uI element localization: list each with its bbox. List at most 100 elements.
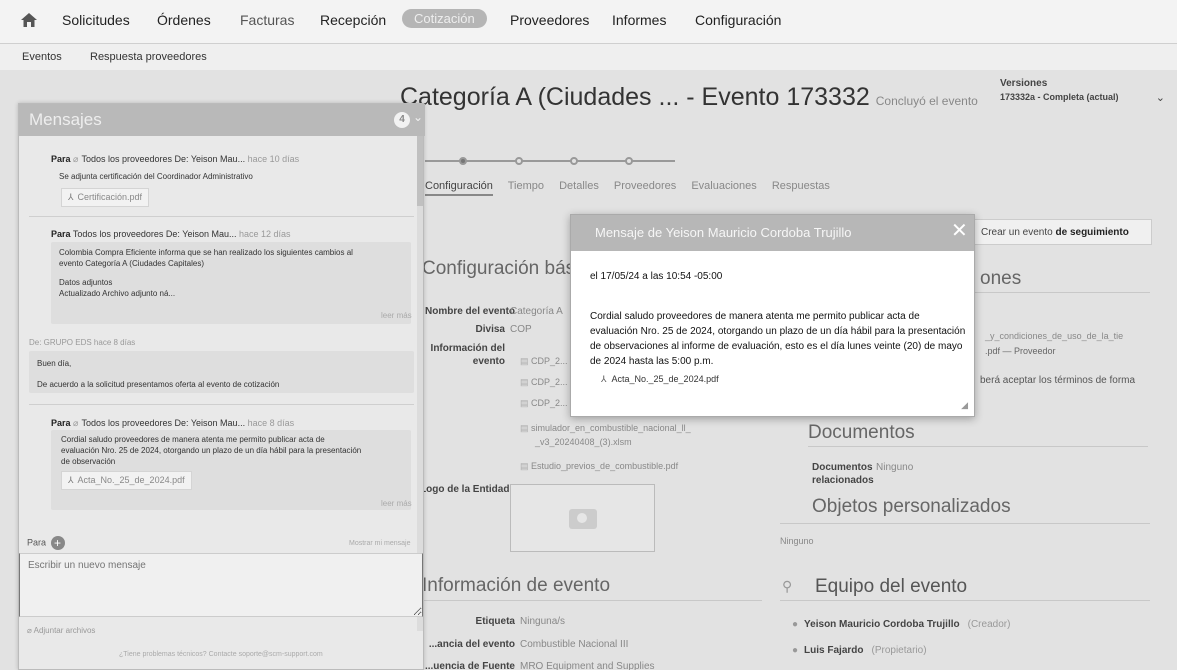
team-heading: Equipo del evento: [815, 576, 968, 597]
divider: [780, 523, 1150, 524]
messages-header[interactable]: Mensajes 4 ⌄: [19, 104, 425, 136]
messages-title: Mensajes: [29, 110, 102, 129]
docs-label-2: relacionados: [812, 475, 874, 486]
source-label: ...uencia de Fuente: [424, 661, 515, 670]
message-modal: Mensaje de Yeison Mauricio Cordoba Truji…: [570, 214, 975, 417]
to-label: Para: [51, 418, 71, 428]
tab-detalles[interactable]: Detalles: [559, 180, 599, 192]
messages-panel: Mensajes 4 ⌄ Para ⌀ Todos los proveedores…: [18, 103, 425, 670]
message-4-attachment[interactable]: ⅄ Acta_No._25_de_2024.pdf: [61, 471, 192, 490]
source-value: MRO Equipment and Supplies: [520, 661, 655, 670]
camera-icon: [569, 509, 597, 529]
read-more-link[interactable]: leer más: [381, 311, 412, 320]
message-1-header: Para ⌀ Todos los proveedores De: Yeison M…: [51, 154, 299, 165]
versions-label: Versiones: [1000, 78, 1048, 89]
modal-title: Mensaje de Yeison Mauricio Cordoba Truji…: [595, 225, 852, 240]
scroll-thumb[interactable]: [417, 136, 423, 206]
nav-configuracion[interactable]: Configuración: [695, 12, 781, 28]
file-item[interactable]: CDP_2...: [520, 398, 568, 409]
event-title: Categoría A (Ciudades ... - Evento 17333…: [400, 83, 870, 111]
tab-proveedores[interactable]: Proveedores: [614, 180, 676, 192]
timestamp: hace 12 días: [239, 229, 291, 239]
add-recipient-icon[interactable]: +: [50, 536, 65, 550]
modal-attachment[interactable]: ⅄ Acta_No._25_de_2024.pdf: [601, 374, 719, 385]
message-4-text: de observación: [61, 457, 116, 466]
nav-recepcion[interactable]: Recepción: [320, 12, 386, 28]
accept-terms: berá aceptar los términos de forma: [980, 375, 1136, 386]
message-2-text: Datos adjuntos: [59, 278, 113, 287]
name-label: Nombre del evento: [425, 306, 516, 317]
team-member: ● Luis Fajardo (Propietario): [792, 645, 927, 656]
divider: [808, 446, 1148, 447]
home-icon[interactable]: [20, 11, 38, 29]
member-role: (Creador): [967, 619, 1011, 630]
tag-label: Etiqueta: [475, 616, 515, 627]
chevron-down-icon[interactable]: ⌄: [413, 110, 423, 124]
message-1-attachment[interactable]: ⅄ Certificación.pdf: [61, 188, 150, 207]
nav-cotizacion[interactable]: Cotización: [402, 9, 487, 28]
sender: De: GRUPO EDS: [29, 338, 92, 347]
separator: [29, 216, 414, 217]
currency-value: COP: [510, 324, 532, 335]
compose-to-label: Para: [27, 537, 47, 548]
tab-tiempo[interactable]: Tiempo: [508, 180, 544, 192]
progress-steps: [425, 156, 685, 166]
currency-label: Divisa: [475, 324, 505, 335]
follow-up-prefix: Crear un evento: [981, 227, 1056, 238]
resize-handle-icon[interactable]: ◢: [961, 400, 968, 411]
message-2-header: Para Todos los proveedores De: Yeison Ma…: [51, 229, 291, 239]
tab-respuestas[interactable]: Respuestas: [772, 180, 830, 192]
event-status: Concluyó el evento: [875, 94, 978, 108]
to-label: Para: [51, 229, 71, 239]
message-4-text: Cordial saludo proveedores de manera ate…: [61, 435, 325, 444]
nav-ordenes[interactable]: Órdenes: [157, 12, 211, 28]
pdf-icon: ⅄: [68, 192, 74, 202]
timestamp: hace 8 días: [93, 338, 136, 347]
versions-select[interactable]: 173332a - Completa (actual) ⌄: [1000, 92, 1165, 104]
member-name[interactable]: Yeison Mauricio Cordoba Trujillo: [804, 619, 960, 630]
step-dot: [570, 157, 578, 165]
read-more-link[interactable]: leer más: [381, 499, 412, 508]
team-member: ● Yeison Mauricio Cordoba Trujillo (Creado…: [792, 619, 1010, 630]
subnav-eventos[interactable]: Eventos: [22, 51, 62, 63]
nav-facturas[interactable]: Facturas: [240, 12, 294, 28]
terms-sub: .pdf — Proveedor: [985, 346, 1056, 356]
custom-heading: Objetos personalizados: [812, 496, 1011, 517]
step-dot: [459, 157, 467, 165]
tab-configuracion[interactable]: Configuración: [425, 180, 493, 196]
pdf-icon: ⅄: [68, 475, 74, 485]
attach-label: Adjuntar archivos: [33, 626, 96, 635]
tab-evaluaciones[interactable]: Evaluaciones: [691, 180, 756, 192]
file-item-cont[interactable]: _v3_20240408_(3).xlsm: [535, 437, 632, 447]
separator: [29, 404, 414, 405]
member-name[interactable]: Luis Fajardo: [804, 645, 863, 656]
event-info-heading: Información de evento: [422, 575, 611, 596]
message-4-header: Para ⌀ Todos los proveedores De: Yeison M…: [51, 418, 294, 429]
docs-label-1: Documentos: [812, 462, 873, 473]
message-2-text: Colombia Compra Eficiente informa que se…: [59, 248, 353, 257]
attach-files-link[interactable]: ⌀ Adjuntar archivos: [27, 626, 95, 635]
file-item[interactable]: Estudio_previos_de_combustible.pdf: [520, 461, 678, 472]
nav-solicitudes[interactable]: Solicitudes: [62, 12, 130, 28]
subnav-respuesta-proveedores[interactable]: Respuesta proveedores: [90, 51, 207, 63]
logo-upload[interactable]: [510, 484, 655, 552]
terms-file[interactable]: _y_condiciones_de_uso_de_la_tie: [985, 331, 1123, 341]
nav-informes[interactable]: Informes: [612, 12, 666, 28]
follow-up-button[interactable]: Crear un evento de seguimiento: [972, 219, 1152, 245]
show-message-link[interactable]: Mostrar mi mensaje: [349, 540, 410, 547]
top-nav: Solicitudes Órdenes Facturas Recepción C…: [0, 0, 1177, 44]
file-item[interactable]: CDP_2...: [520, 377, 568, 388]
file-item[interactable]: CDP_2...: [520, 356, 568, 367]
reference-label: ...ancia del evento: [428, 639, 515, 650]
modal-header: Mensaje de Yeison Mauricio Cordoba Truji…: [571, 215, 974, 251]
paperclip-icon: ⌀: [73, 418, 79, 428]
logo-label: Logo de la Entidad: [420, 484, 510, 495]
documents-heading: Documentos: [808, 422, 915, 443]
close-icon[interactable]: ✕: [951, 221, 968, 241]
name-value: Categoría A: [510, 306, 563, 317]
nav-proveedores[interactable]: Proveedores: [510, 12, 589, 28]
new-message-input[interactable]: [19, 553, 423, 617]
modal-date: el 17/05/24 a las 10:54 -05:00: [590, 271, 723, 282]
file-item[interactable]: simulador_en_combustible_nacional_ll_: [520, 423, 691, 434]
member-role: (Propietario): [871, 645, 927, 656]
